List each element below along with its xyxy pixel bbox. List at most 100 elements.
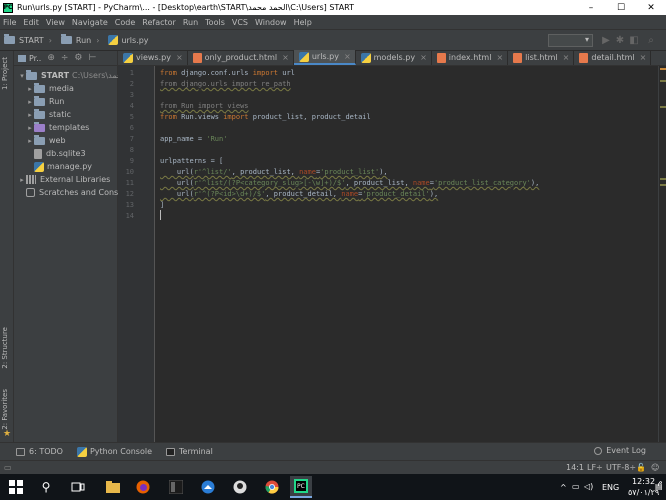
tab-structure-tool[interactable]: 2: Structure xyxy=(1,327,9,369)
tab-list-html[interactable]: list.html × xyxy=(508,50,575,65)
tab-project-tool[interactable]: 1: Project xyxy=(1,57,9,90)
search-everywhere-icon[interactable]: ⌕ xyxy=(645,34,657,47)
debug-icon[interactable]: ✱ xyxy=(614,34,626,47)
tree-label: media xyxy=(49,84,74,93)
windows-start-icon[interactable] xyxy=(8,479,24,495)
menu-navigate[interactable]: Navigate xyxy=(72,18,108,27)
tab-index-html[interactable]: index.html × xyxy=(432,50,509,65)
file-encoding[interactable]: UTF-8÷ xyxy=(606,463,636,472)
tray-chevron-icon[interactable]: ^ xyxy=(560,483,567,492)
pycharm-taskbar-icon[interactable]: PC xyxy=(290,476,312,498)
explorer-icon[interactable] xyxy=(105,479,121,495)
task-view-icon[interactable] xyxy=(70,479,86,495)
code-line-12: url(r'^(?P<id>\d+)/$', product_detail, n… xyxy=(160,189,438,200)
close-icon[interactable]: × xyxy=(496,53,503,62)
terminal-tool-button[interactable]: Terminal xyxy=(166,447,213,456)
tree-file-db[interactable]: db.sqlite3 xyxy=(34,147,86,160)
network-icon[interactable]: ▭ xyxy=(572,482,580,491)
python-file-icon xyxy=(123,52,133,63)
gear-icon[interactable]: ⚙ xyxy=(74,53,82,63)
thunderbird-icon[interactable] xyxy=(200,479,216,495)
error-stripe[interactable] xyxy=(658,66,666,442)
tree-folder-static[interactable]: ▸ static xyxy=(26,108,71,121)
tool-windows-icon[interactable]: ▭ xyxy=(4,463,12,472)
inkscape-icon[interactable] xyxy=(232,479,248,495)
todo-tool-button[interactable]: 6: TODO xyxy=(16,447,63,456)
line-separator[interactable]: LF÷ xyxy=(587,463,603,472)
hide-icon[interactable]: ⊢ xyxy=(89,53,97,63)
chrome-icon[interactable] xyxy=(264,479,280,495)
ide-icon[interactable] xyxy=(168,479,184,495)
tree-folder-media[interactable]: ▸ media xyxy=(26,82,74,95)
search-icon[interactable]: ⚲ xyxy=(38,479,54,495)
minimize-button[interactable]: – xyxy=(576,0,606,15)
sync-icon[interactable]: ⊕ xyxy=(47,53,55,63)
tree-scratches[interactable]: Scratches and Console xyxy=(26,186,130,199)
menu-help[interactable]: Help xyxy=(294,18,312,27)
tree-label: manage.py xyxy=(47,162,93,171)
menu-run[interactable]: Run xyxy=(183,18,198,27)
close-button[interactable]: ✕ xyxy=(636,0,666,15)
volume-icon[interactable]: ◁) xyxy=(584,482,593,491)
firefox-icon[interactable] xyxy=(135,479,151,495)
warning-marker[interactable] xyxy=(660,178,666,180)
breadcrumb-urls[interactable]: urls.py xyxy=(108,35,149,45)
tree-folder-templates[interactable]: ▸ templates xyxy=(26,121,89,134)
warning-marker[interactable] xyxy=(660,184,666,186)
warning-marker[interactable] xyxy=(660,106,666,108)
tab-favorites-tool[interactable]: 2: Favorites xyxy=(1,389,9,430)
warning-marker[interactable] xyxy=(660,68,666,70)
coverage-icon[interactable]: ◧ xyxy=(628,34,640,47)
python-console-tool-button[interactable]: Python Console xyxy=(76,446,152,457)
menu-refactor[interactable]: Refactor xyxy=(142,18,176,27)
tree-folder-run[interactable]: ▸ Run xyxy=(26,95,64,108)
run-configuration-select[interactable] xyxy=(548,34,593,47)
warning-marker[interactable] xyxy=(660,80,666,82)
tree-external-libraries[interactable]: ▸ External Libraries xyxy=(18,173,110,186)
input-language[interactable]: ENG xyxy=(602,483,619,492)
run-icon[interactable]: ▶ xyxy=(600,34,612,47)
event-log-tool-button[interactable]: Event Log xyxy=(594,446,646,455)
tab-only-product-html[interactable]: only_product.html × xyxy=(188,50,294,65)
lock-icon[interactable]: 🔓 xyxy=(636,463,646,472)
breadcrumb-label: Run xyxy=(75,35,92,45)
tab-urls-py[interactable]: urls.py × xyxy=(293,50,356,65)
tab-views-py[interactable]: views.py × xyxy=(118,50,188,65)
collapse-icon[interactable]: ÷ xyxy=(61,53,69,63)
maximize-button[interactable]: ☐ xyxy=(606,0,636,15)
inspector-icon[interactable]: ☺ xyxy=(651,463,659,472)
caret-position[interactable]: 14:1 xyxy=(566,463,584,472)
tree-folder-web[interactable]: ▸ web xyxy=(26,134,66,147)
close-icon[interactable]: × xyxy=(420,53,427,62)
tree-file-manage[interactable]: manage.py xyxy=(34,160,92,173)
notifications-icon[interactable]: ▤ xyxy=(655,482,663,491)
menu-view[interactable]: View xyxy=(46,18,65,27)
menu-tools[interactable]: Tools xyxy=(205,18,225,27)
tab-models-py[interactable]: models.py × xyxy=(356,50,432,65)
breadcrumb-start[interactable]: START › xyxy=(4,34,57,45)
breadcrumb-run[interactable]: Run › xyxy=(60,34,105,45)
close-icon[interactable]: × xyxy=(282,53,289,62)
menu-vcs[interactable]: VCS xyxy=(232,18,248,27)
project-panel-header: Pr.. ⊕ ÷ ⚙ ⊢ xyxy=(14,51,117,66)
project-view-select[interactable]: Pr.. xyxy=(29,54,41,63)
close-icon[interactable]: × xyxy=(344,52,351,61)
close-icon[interactable]: × xyxy=(640,53,647,62)
close-icon[interactable]: × xyxy=(176,53,183,62)
tool-label: Python Console xyxy=(89,447,152,456)
menu-edit[interactable]: Edit xyxy=(23,18,39,27)
line-number: 6 xyxy=(129,124,134,132)
menu-file[interactable]: File xyxy=(3,18,16,27)
menu-window[interactable]: Window xyxy=(255,18,287,27)
menu-code[interactable]: Code xyxy=(115,18,135,27)
left-tool-stripe: 1: Project 2: Structure 2: Favorites ★ xyxy=(0,51,14,442)
tree-root-start[interactable]: ▾ START C:\Users\محمد xyxy=(18,69,126,82)
chevron-right-icon: ▸ xyxy=(28,136,32,145)
keyword-arg: name xyxy=(299,168,316,176)
code-editor[interactable]: from django.conf.urls import url from dj… xyxy=(156,66,658,442)
tab-detail-html[interactable]: detail.html × xyxy=(574,50,652,65)
string: 'product_list' xyxy=(320,168,380,176)
close-icon[interactable]: × xyxy=(563,53,570,62)
line-number: 13 xyxy=(125,201,134,209)
string: r'^list/(?P<category_slug>[-\w]+)/$' xyxy=(193,179,346,187)
